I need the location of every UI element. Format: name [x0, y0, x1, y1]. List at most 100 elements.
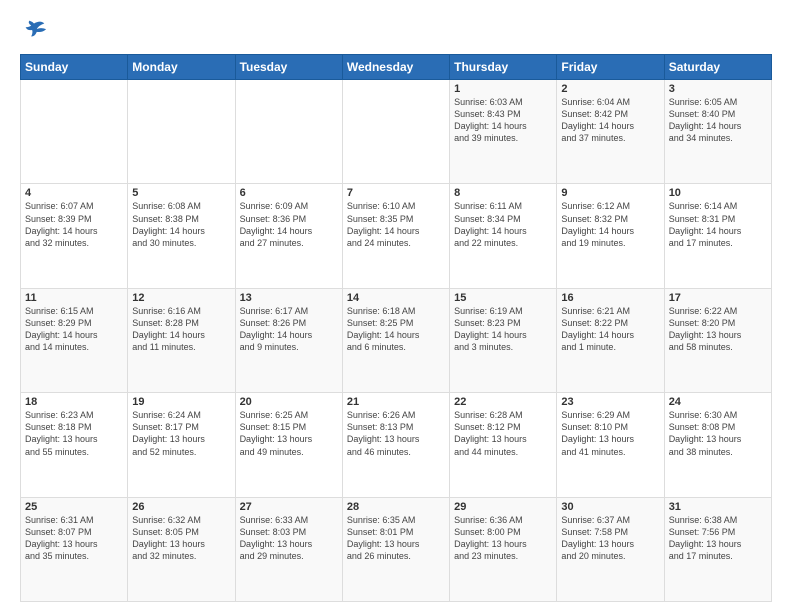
calendar-cell: 21Sunrise: 6:26 AM Sunset: 8:13 PM Dayli…: [342, 393, 449, 497]
calendar: SundayMondayTuesdayWednesdayThursdayFrid…: [20, 54, 772, 602]
day-number: 5: [132, 187, 230, 199]
day-number: 21: [347, 396, 445, 408]
day-number: 13: [240, 292, 338, 304]
day-number: 10: [669, 187, 767, 199]
calendar-header-saturday: Saturday: [664, 55, 771, 80]
calendar-cell: 24Sunrise: 6:30 AM Sunset: 8:08 PM Dayli…: [664, 393, 771, 497]
calendar-header-tuesday: Tuesday: [235, 55, 342, 80]
day-info: Sunrise: 6:17 AM Sunset: 8:26 PM Dayligh…: [240, 305, 338, 354]
calendar-cell: 12Sunrise: 6:16 AM Sunset: 8:28 PM Dayli…: [128, 288, 235, 392]
day-number: 29: [454, 501, 552, 513]
day-info: Sunrise: 6:38 AM Sunset: 7:56 PM Dayligh…: [669, 514, 767, 563]
calendar-cell: 1Sunrise: 6:03 AM Sunset: 8:43 PM Daylig…: [450, 80, 557, 184]
logo-bird-icon: [20, 16, 48, 44]
calendar-cell: 10Sunrise: 6:14 AM Sunset: 8:31 PM Dayli…: [664, 184, 771, 288]
day-info: Sunrise: 6:29 AM Sunset: 8:10 PM Dayligh…: [561, 409, 659, 458]
calendar-cell: 8Sunrise: 6:11 AM Sunset: 8:34 PM Daylig…: [450, 184, 557, 288]
calendar-header-monday: Monday: [128, 55, 235, 80]
day-number: 12: [132, 292, 230, 304]
day-info: Sunrise: 6:19 AM Sunset: 8:23 PM Dayligh…: [454, 305, 552, 354]
calendar-cell: [342, 80, 449, 184]
day-info: Sunrise: 6:25 AM Sunset: 8:15 PM Dayligh…: [240, 409, 338, 458]
day-number: 11: [25, 292, 123, 304]
day-number: 1: [454, 83, 552, 95]
calendar-cell: 19Sunrise: 6:24 AM Sunset: 8:17 PM Dayli…: [128, 393, 235, 497]
day-info: Sunrise: 6:18 AM Sunset: 8:25 PM Dayligh…: [347, 305, 445, 354]
day-number: 6: [240, 187, 338, 199]
calendar-cell: 22Sunrise: 6:28 AM Sunset: 8:12 PM Dayli…: [450, 393, 557, 497]
calendar-cell: 11Sunrise: 6:15 AM Sunset: 8:29 PM Dayli…: [21, 288, 128, 392]
day-number: 2: [561, 83, 659, 95]
calendar-week-row: 1Sunrise: 6:03 AM Sunset: 8:43 PM Daylig…: [21, 80, 772, 184]
day-info: Sunrise: 6:21 AM Sunset: 8:22 PM Dayligh…: [561, 305, 659, 354]
day-number: 28: [347, 501, 445, 513]
calendar-cell: [21, 80, 128, 184]
calendar-cell: 2Sunrise: 6:04 AM Sunset: 8:42 PM Daylig…: [557, 80, 664, 184]
calendar-week-row: 11Sunrise: 6:15 AM Sunset: 8:29 PM Dayli…: [21, 288, 772, 392]
calendar-cell: 25Sunrise: 6:31 AM Sunset: 8:07 PM Dayli…: [21, 497, 128, 601]
calendar-cell: 7Sunrise: 6:10 AM Sunset: 8:35 PM Daylig…: [342, 184, 449, 288]
day-number: 26: [132, 501, 230, 513]
page-header: [20, 16, 772, 44]
day-number: 25: [25, 501, 123, 513]
logo: [20, 16, 52, 44]
calendar-cell: 3Sunrise: 6:05 AM Sunset: 8:40 PM Daylig…: [664, 80, 771, 184]
day-number: 3: [669, 83, 767, 95]
day-info: Sunrise: 6:09 AM Sunset: 8:36 PM Dayligh…: [240, 200, 338, 249]
day-info: Sunrise: 6:22 AM Sunset: 8:20 PM Dayligh…: [669, 305, 767, 354]
calendar-header-sunday: Sunday: [21, 55, 128, 80]
calendar-cell: 14Sunrise: 6:18 AM Sunset: 8:25 PM Dayli…: [342, 288, 449, 392]
day-info: Sunrise: 6:04 AM Sunset: 8:42 PM Dayligh…: [561, 96, 659, 145]
day-info: Sunrise: 6:37 AM Sunset: 7:58 PM Dayligh…: [561, 514, 659, 563]
calendar-cell: 23Sunrise: 6:29 AM Sunset: 8:10 PM Dayli…: [557, 393, 664, 497]
calendar-header-friday: Friday: [557, 55, 664, 80]
calendar-header-row: SundayMondayTuesdayWednesdayThursdayFrid…: [21, 55, 772, 80]
calendar-week-row: 4Sunrise: 6:07 AM Sunset: 8:39 PM Daylig…: [21, 184, 772, 288]
day-number: 18: [25, 396, 123, 408]
calendar-cell: 18Sunrise: 6:23 AM Sunset: 8:18 PM Dayli…: [21, 393, 128, 497]
calendar-cell: [235, 80, 342, 184]
day-info: Sunrise: 6:28 AM Sunset: 8:12 PM Dayligh…: [454, 409, 552, 458]
calendar-cell: 6Sunrise: 6:09 AM Sunset: 8:36 PM Daylig…: [235, 184, 342, 288]
calendar-cell: 29Sunrise: 6:36 AM Sunset: 8:00 PM Dayli…: [450, 497, 557, 601]
calendar-week-row: 25Sunrise: 6:31 AM Sunset: 8:07 PM Dayli…: [21, 497, 772, 601]
day-number: 19: [132, 396, 230, 408]
calendar-cell: 15Sunrise: 6:19 AM Sunset: 8:23 PM Dayli…: [450, 288, 557, 392]
calendar-header-wednesday: Wednesday: [342, 55, 449, 80]
calendar-cell: 31Sunrise: 6:38 AM Sunset: 7:56 PM Dayli…: [664, 497, 771, 601]
day-number: 14: [347, 292, 445, 304]
day-info: Sunrise: 6:05 AM Sunset: 8:40 PM Dayligh…: [669, 96, 767, 145]
day-info: Sunrise: 6:12 AM Sunset: 8:32 PM Dayligh…: [561, 200, 659, 249]
calendar-cell: 13Sunrise: 6:17 AM Sunset: 8:26 PM Dayli…: [235, 288, 342, 392]
day-info: Sunrise: 6:10 AM Sunset: 8:35 PM Dayligh…: [347, 200, 445, 249]
day-info: Sunrise: 6:35 AM Sunset: 8:01 PM Dayligh…: [347, 514, 445, 563]
day-info: Sunrise: 6:30 AM Sunset: 8:08 PM Dayligh…: [669, 409, 767, 458]
calendar-cell: 26Sunrise: 6:32 AM Sunset: 8:05 PM Dayli…: [128, 497, 235, 601]
calendar-cell: 27Sunrise: 6:33 AM Sunset: 8:03 PM Dayli…: [235, 497, 342, 601]
calendar-cell: 20Sunrise: 6:25 AM Sunset: 8:15 PM Dayli…: [235, 393, 342, 497]
calendar-cell: 4Sunrise: 6:07 AM Sunset: 8:39 PM Daylig…: [21, 184, 128, 288]
day-number: 7: [347, 187, 445, 199]
day-info: Sunrise: 6:31 AM Sunset: 8:07 PM Dayligh…: [25, 514, 123, 563]
day-info: Sunrise: 6:07 AM Sunset: 8:39 PM Dayligh…: [25, 200, 123, 249]
day-number: 30: [561, 501, 659, 513]
day-number: 4: [25, 187, 123, 199]
day-info: Sunrise: 6:16 AM Sunset: 8:28 PM Dayligh…: [132, 305, 230, 354]
day-info: Sunrise: 6:14 AM Sunset: 8:31 PM Dayligh…: [669, 200, 767, 249]
day-info: Sunrise: 6:23 AM Sunset: 8:18 PM Dayligh…: [25, 409, 123, 458]
day-info: Sunrise: 6:32 AM Sunset: 8:05 PM Dayligh…: [132, 514, 230, 563]
day-number: 9: [561, 187, 659, 199]
day-info: Sunrise: 6:33 AM Sunset: 8:03 PM Dayligh…: [240, 514, 338, 563]
calendar-cell: 16Sunrise: 6:21 AM Sunset: 8:22 PM Dayli…: [557, 288, 664, 392]
day-number: 8: [454, 187, 552, 199]
day-number: 24: [669, 396, 767, 408]
calendar-cell: 28Sunrise: 6:35 AM Sunset: 8:01 PM Dayli…: [342, 497, 449, 601]
day-number: 20: [240, 396, 338, 408]
calendar-table: SundayMondayTuesdayWednesdayThursdayFrid…: [20, 54, 772, 602]
day-number: 22: [454, 396, 552, 408]
day-info: Sunrise: 6:08 AM Sunset: 8:38 PM Dayligh…: [132, 200, 230, 249]
calendar-cell: 5Sunrise: 6:08 AM Sunset: 8:38 PM Daylig…: [128, 184, 235, 288]
calendar-header-thursday: Thursday: [450, 55, 557, 80]
day-info: Sunrise: 6:26 AM Sunset: 8:13 PM Dayligh…: [347, 409, 445, 458]
day-number: 15: [454, 292, 552, 304]
